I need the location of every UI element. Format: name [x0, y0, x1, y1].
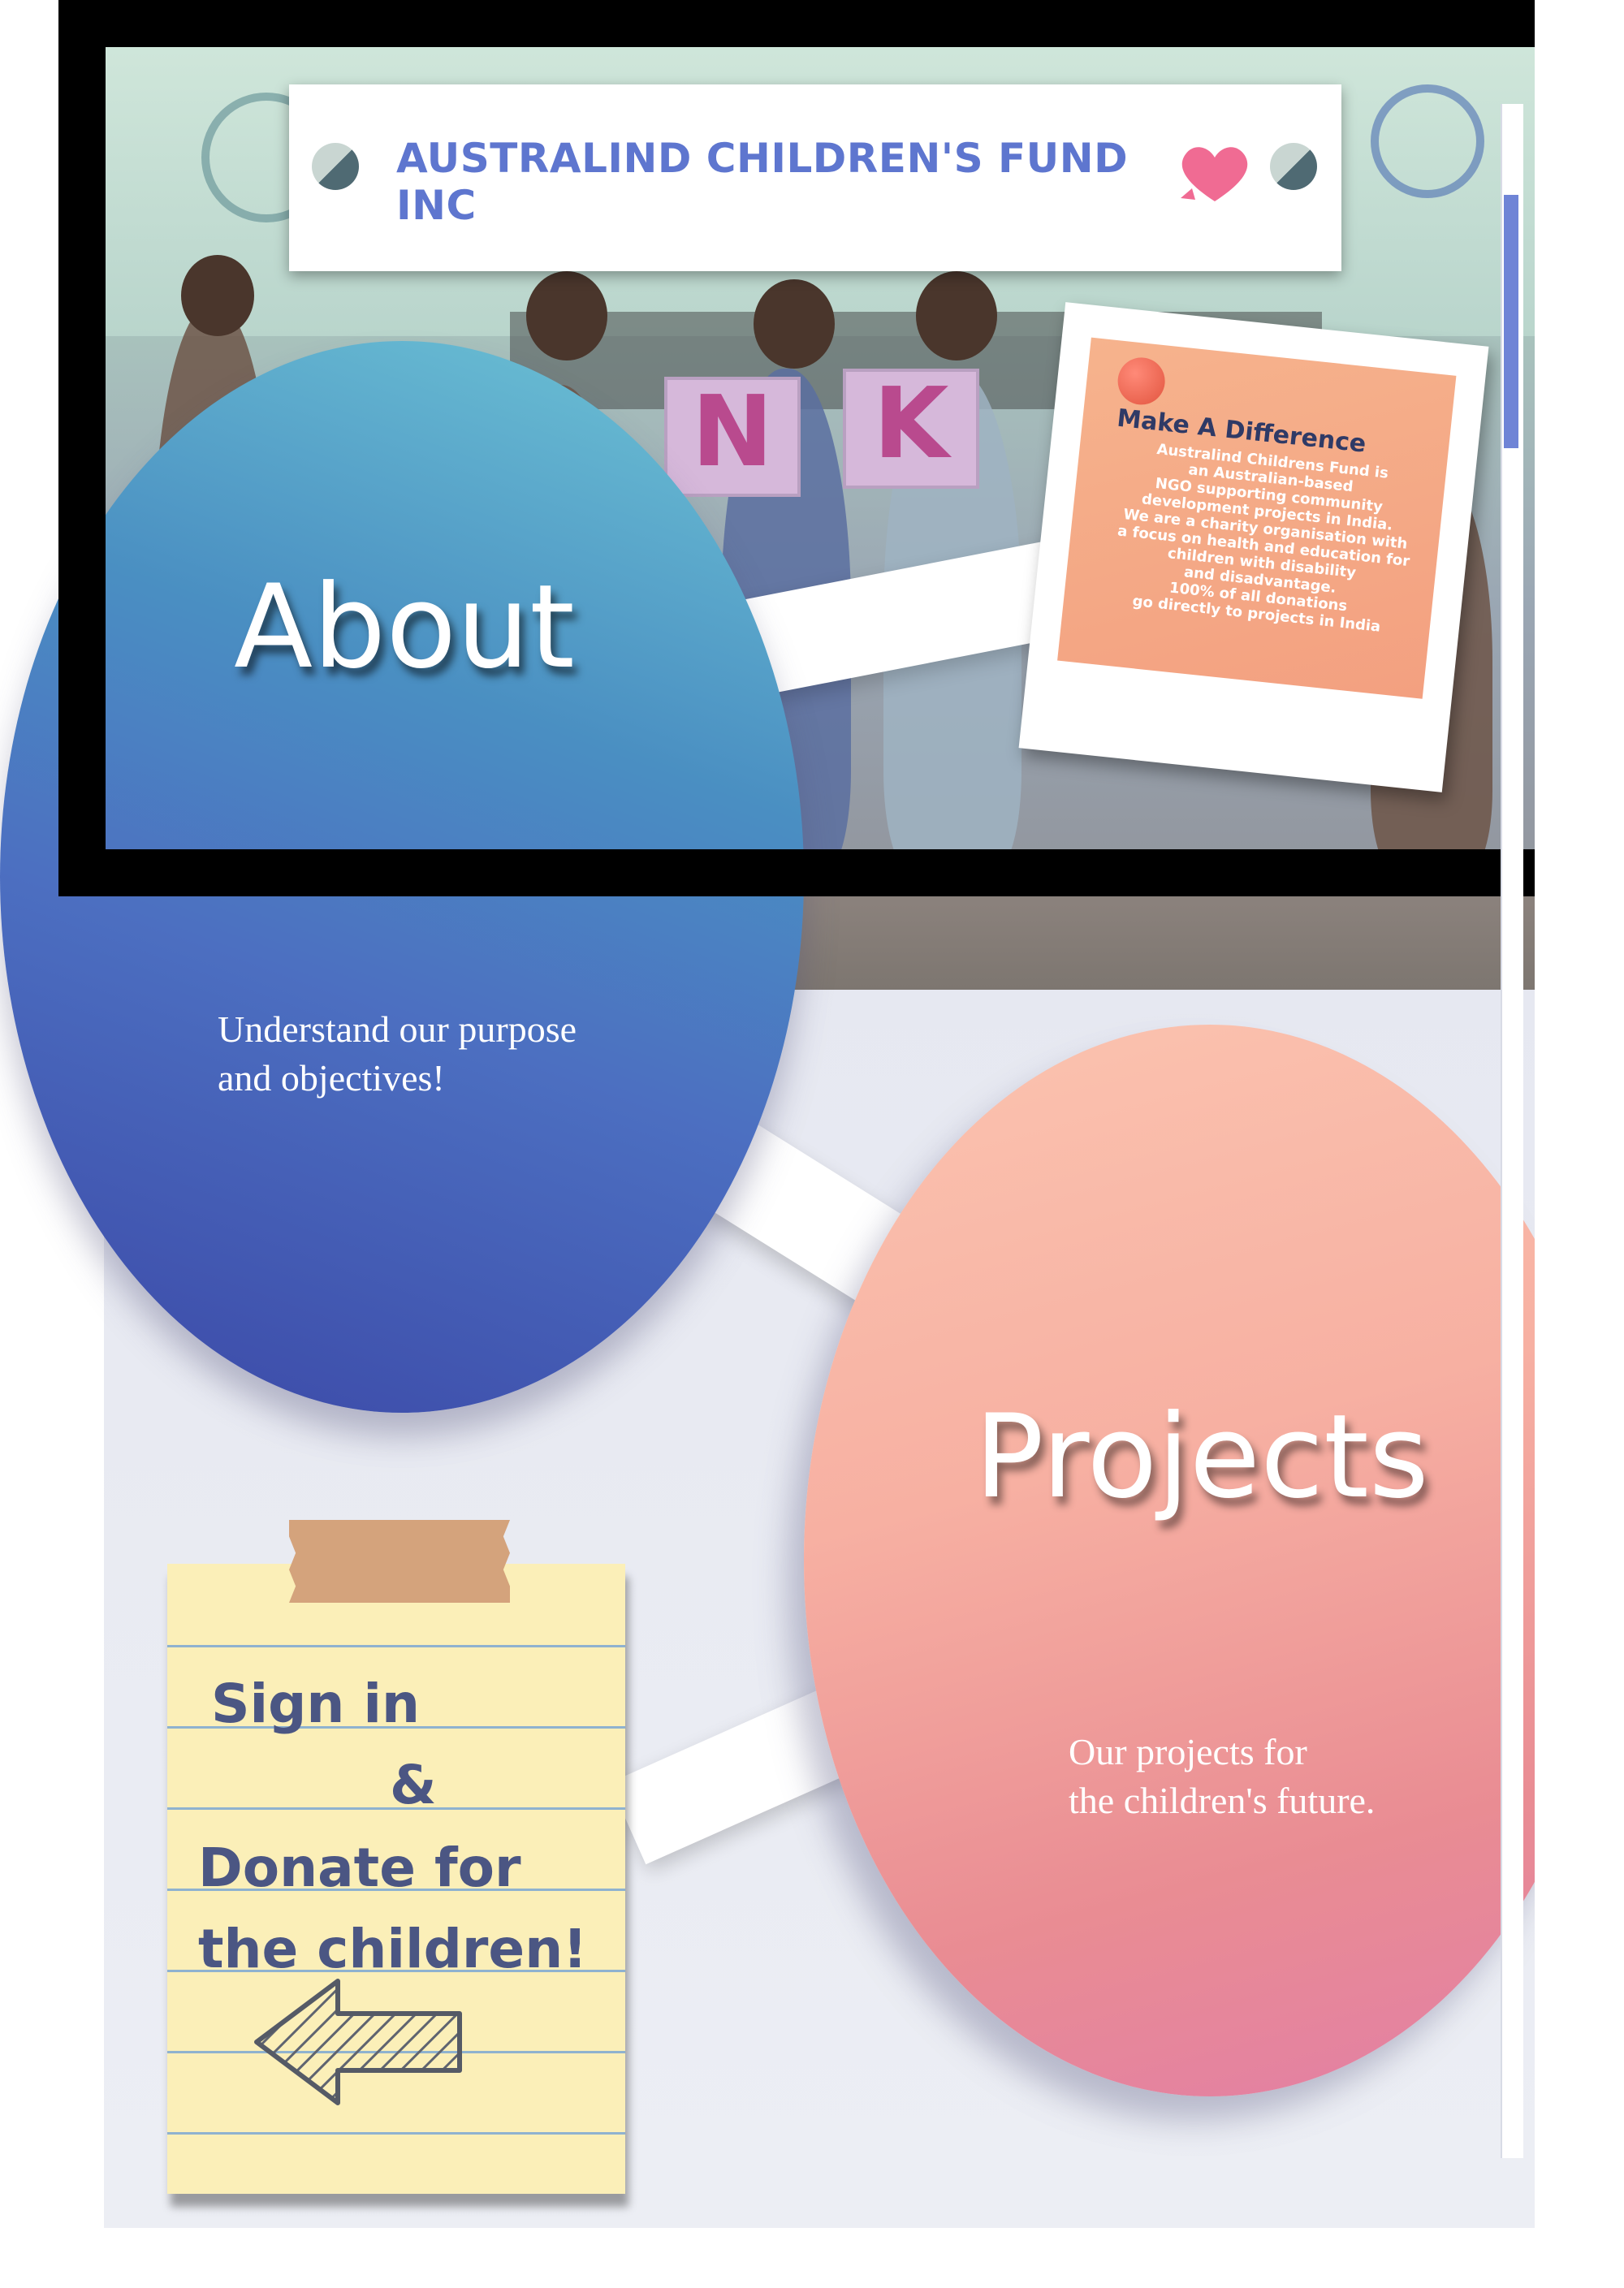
projects-subtitle-line: Our projects for	[1069, 1731, 1307, 1772]
heart-icon	[1181, 147, 1248, 201]
tape-strip	[289, 1520, 510, 1603]
make-a-difference-note: Make A Difference Australind Childrens F…	[1018, 302, 1489, 792]
projects-link-circle[interactable]	[804, 1025, 1616, 2096]
site-title[interactable]: AUSTRALIND CHILDREN'S FUND INC	[396, 135, 1208, 229]
globe-ball-icon	[1270, 143, 1317, 190]
header-banner: AUSTRALIND CHILDREN'S FUND INC	[289, 84, 1341, 271]
about-subtitle-line: Understand our purpose	[218, 1008, 577, 1050]
note-panel: Make A Difference Australind Childrens F…	[1057, 337, 1457, 699]
note-body: Australind Childrens Fund is an Australi…	[1086, 435, 1443, 641]
ruled-line	[167, 1645, 625, 1647]
scrollbar-thumb[interactable]	[1504, 195, 1518, 448]
pin-icon	[1115, 355, 1168, 408]
about-subtitle: Understand our purpose and objectives!	[218, 1005, 672, 1103]
ruled-line	[167, 2132, 625, 2135]
ampersand-text: &	[390, 1754, 437, 1816]
donate-link-line2[interactable]: the children!	[198, 1918, 587, 1980]
globe-ball-icon	[312, 143, 359, 190]
arrow-left-icon	[254, 1979, 462, 2105]
page-margin	[1535, 0, 1624, 2288]
projects-title[interactable]: Projects	[974, 1390, 1429, 1524]
projects-subtitle-line: the children's future.	[1069, 1780, 1376, 1821]
about-subtitle-line: and objectives!	[218, 1057, 445, 1099]
signin-link[interactable]: Sign in	[211, 1673, 420, 1735]
projects-subtitle: Our projects for the children's future.	[1069, 1728, 1491, 1825]
donate-link[interactable]: Donate for	[198, 1837, 521, 1899]
